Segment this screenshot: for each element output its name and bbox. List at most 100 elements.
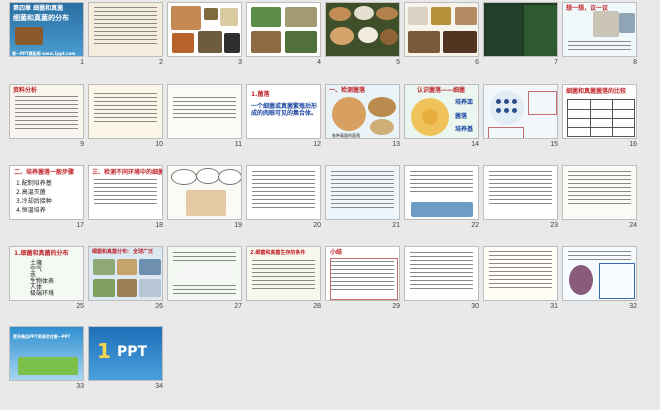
slide-thumbnail-32[interactable]: 32 xyxy=(562,246,637,314)
slide-thumbnail-15[interactable]: 15 xyxy=(483,84,558,152)
slide-preview[interactable]: 资料分析 xyxy=(9,84,84,139)
slide-preview[interactable] xyxy=(483,165,558,220)
slide-preview[interactable] xyxy=(404,165,479,220)
text-line xyxy=(568,179,631,180)
slide-preview[interactable] xyxy=(562,246,637,301)
slide-thumbnail-12[interactable]: 1.菌落 一个细菌或真菌繁殖后形成的肉眼可见的集合体。 12 xyxy=(246,84,321,152)
slide-thumbnail-23[interactable]: 23 xyxy=(483,165,558,233)
text-line xyxy=(331,199,394,200)
slide-thumbnail-13[interactable]: 一、检测菌落 各种真菌的菌落 13 xyxy=(325,84,400,152)
slide-preview[interactable]: 细菌和真菌菌落的比较 xyxy=(562,84,637,139)
slide-thumbnail-31[interactable]: 31 xyxy=(483,246,558,314)
slide-preview[interactable] xyxy=(88,2,163,57)
slide-preview[interactable]: 2.细菌和真菌生存的条件 xyxy=(246,246,321,301)
slide-preview[interactable] xyxy=(167,165,242,220)
slide-thumbnail-2[interactable]: 2 xyxy=(88,2,163,70)
slide-preview[interactable] xyxy=(483,2,558,57)
slide-thumbnail-8[interactable]: 想一想，议一议 8 xyxy=(562,2,637,70)
slide-thumbnail-28[interactable]: 2.细菌和真菌生存的条件 28 xyxy=(246,246,321,314)
slide-preview[interactable] xyxy=(167,2,242,57)
slide-preview[interactable]: 认识菌落——细菌 培养皿 菌落 培养基 xyxy=(404,84,479,139)
slide-preview[interactable]: 第四章 细菌和真菌 细菌和真菌的分布 第一PPT模板网 www.1ppt.com xyxy=(9,2,84,57)
text-lines xyxy=(410,171,473,195)
slide-thumbnail-9[interactable]: 资料分析 9 xyxy=(9,84,84,152)
mushroom-photo xyxy=(408,7,428,25)
slide-preview[interactable]: 更多精品PPT资源尽在第一PPT xyxy=(9,326,84,381)
slide-preview[interactable] xyxy=(246,2,321,57)
slide-preview[interactable] xyxy=(167,84,242,139)
slide-thumbnail-1[interactable]: 第四章 细菌和真菌 细菌和真菌的分布 第一PPT模板网 www.1ppt.com 1 xyxy=(9,2,84,70)
slide-preview[interactable]: 小结 xyxy=(325,246,400,301)
slide-number: 11 xyxy=(234,141,242,148)
slide-number: 28 xyxy=(313,303,321,310)
slide-thumbnail-20[interactable]: 20 xyxy=(246,165,321,233)
slide-thumbnail-18[interactable]: 三、检测不同环境中的细菌和真菌 18 xyxy=(88,165,163,233)
slide-preview[interactable] xyxy=(325,2,400,57)
slide-thumbnail-10[interactable]: 10 xyxy=(88,84,163,152)
text-line xyxy=(252,179,315,180)
slide-thumbnail-25[interactable]: 1.细菌和真菌的分布 土壤 空气水生物体表 人体 极端环境 25 xyxy=(9,246,84,314)
text-line xyxy=(489,179,552,180)
slide-preview[interactable] xyxy=(404,2,479,57)
text-line xyxy=(173,285,236,286)
text-line xyxy=(489,271,552,272)
slide-number: 24 xyxy=(629,222,637,229)
text-line xyxy=(252,284,315,285)
slide-preview[interactable] xyxy=(88,84,163,139)
mushroom-photo xyxy=(15,27,43,45)
text-line xyxy=(94,23,157,24)
slide-preview[interactable] xyxy=(167,246,242,301)
slide-thumbnail-4[interactable]: 4 xyxy=(246,2,321,70)
slide-heading: 2.细菌和真菌生存的条件 xyxy=(250,250,306,256)
slide-thumbnail-34[interactable]: 1 PPT 34 xyxy=(88,326,163,394)
slide-thumbnail-3[interactable]: 3 xyxy=(167,2,242,70)
slide-thumbnail-11[interactable]: 11 xyxy=(167,84,242,152)
slide-preview[interactable] xyxy=(562,165,637,220)
slide-thumbnail-22[interactable]: 22 xyxy=(404,165,479,233)
slide-thumbnail-14[interactable]: 认识菌落——细菌 培养皿 菌落 培养基 14 xyxy=(404,84,479,152)
slide-preview[interactable]: 1 PPT xyxy=(88,326,163,381)
text-line xyxy=(410,280,473,281)
grass-photo xyxy=(18,357,78,375)
text-line xyxy=(331,183,394,184)
slide-thumbnail-30[interactable]: 30 xyxy=(404,246,479,314)
slide-thumbnail-17[interactable]: 二、培养菌落一般步骤 1.配制培养基 2.高温灭菌 3.冷却后接种 4.恒温培养 17 xyxy=(9,165,84,233)
text-line xyxy=(173,252,236,253)
slide-preview[interactable] xyxy=(483,84,558,139)
text-line xyxy=(331,171,394,172)
slide-thumbnail-7[interactable]: 7 xyxy=(483,2,558,70)
slide-preview[interactable]: 一、检测菌落 各种真菌的菌落 xyxy=(325,84,400,139)
slide-preview[interactable]: 细菌和真菌分布: 全球广泛 xyxy=(88,246,163,301)
slide-thumbnail-16[interactable]: 细菌和真菌菌落的比较 16 xyxy=(562,84,637,152)
slide-thumbnail-5[interactable]: 5 xyxy=(325,2,400,70)
text-line xyxy=(489,251,552,252)
thought-bubble xyxy=(196,168,220,184)
slide-preview[interactable] xyxy=(483,246,558,301)
slide-thumbnail-26[interactable]: 细菌和真菌分布: 全球广泛 26 xyxy=(88,246,163,314)
slide-thumbnail-19[interactable]: 19 xyxy=(167,165,242,233)
text-line xyxy=(568,195,631,196)
slide-thumbnail-24[interactable]: 24 xyxy=(562,165,637,233)
step: 4.恒温培养 xyxy=(16,207,46,214)
slide-preview[interactable]: 1.菌落 一个细菌或真菌繁殖后形成的肉眼可见的集合体。 xyxy=(246,84,321,139)
slide-thumbnail-33[interactable]: 更多精品PPT资源尽在第一PPT 33 xyxy=(9,326,84,394)
text-line xyxy=(94,195,157,196)
mushroom-photo xyxy=(443,31,477,53)
slide-preview[interactable]: 三、检测不同环境中的细菌和真菌 xyxy=(88,165,163,220)
slide-thumbnail-29[interactable]: 小结 29 xyxy=(325,246,400,314)
slide-number: 8 xyxy=(633,59,637,66)
slide-thumbnail-21[interactable]: 21 xyxy=(325,165,400,233)
slide-preview[interactable] xyxy=(325,165,400,220)
text-line xyxy=(489,187,552,188)
slide-thumbnail-27[interactable]: 27 xyxy=(167,246,242,314)
slide-preview[interactable] xyxy=(404,246,479,301)
text-line xyxy=(410,264,473,265)
text-line xyxy=(489,279,552,280)
slide-preview[interactable]: 想一想，议一议 xyxy=(562,2,637,57)
slide-preview[interactable]: 1.细菌和真菌的分布 土壤 空气水生物体表 人体 极端环境 xyxy=(9,246,84,301)
slide-thumbnail-6[interactable]: 6 xyxy=(404,2,479,70)
table-row-line xyxy=(568,127,634,128)
slide-preview[interactable]: 二、培养菌落一般步骤 1.配制培养基 2.高温灭菌 3.冷却后接种 4.恒温培养 xyxy=(9,165,84,220)
slide-preview[interactable] xyxy=(246,165,321,220)
mold-photo xyxy=(204,8,218,20)
